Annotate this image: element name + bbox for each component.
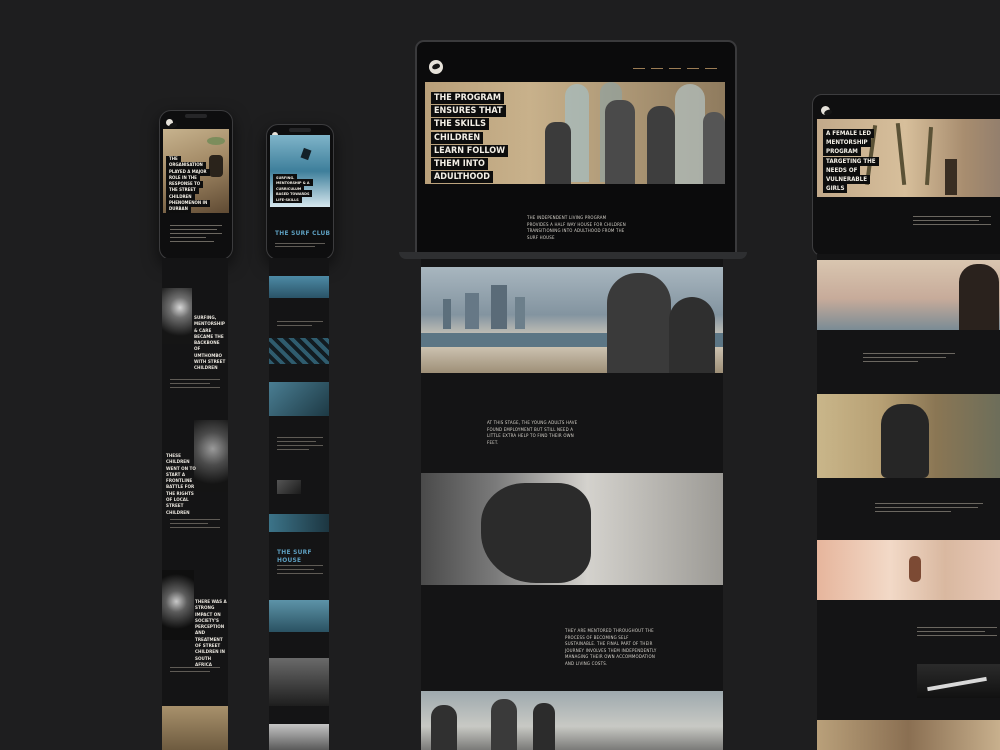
tablet-page-continuation	[817, 254, 1000, 750]
nav-item[interactable]	[633, 68, 645, 69]
phone2-body-c	[277, 562, 323, 577]
pattern-teal-image	[269, 338, 329, 364]
tablet-hero-text: A FEMALE LED MENTORSHIP PROGRAM TARGETIN…	[823, 129, 879, 194]
phone1-section-c: THERE WAS A STRONG IMPACT ON SOCIETY'S P…	[195, 600, 227, 668]
phone1-page-continuation: SURFING, MENTORSHIP & CARE BECAME THE BA…	[162, 258, 228, 750]
phone1-body-b	[170, 516, 220, 531]
surfer-wave-image	[817, 540, 1000, 600]
surfer-silhouette-image	[162, 570, 194, 640]
phone-mockup-1: THE ORGANISATION PLAYED A MAJOR ROLE IN …	[159, 110, 233, 260]
phone2-body	[275, 241, 325, 249]
phone1-hero-text: THE ORGANISATION PLAYED A MAJOR ROLE IN …	[166, 156, 211, 214]
brand-logo-icon[interactable]	[429, 60, 443, 74]
showcase-canvas: THE ORGANISATION PLAYED A MAJOR ROLE IN …	[0, 0, 1000, 750]
crowd-image	[817, 720, 1000, 750]
phone-notch	[289, 128, 311, 132]
grass-sepia-image	[162, 706, 228, 750]
phone2-hero-text: SURFING, MENTORSHIP & A CURRICULUM BASED…	[273, 174, 313, 203]
tablet-body-a	[863, 350, 955, 365]
surfboard-dark-image	[162, 288, 192, 344]
nav-item[interactable]	[651, 68, 663, 69]
tablet-body	[913, 213, 991, 228]
phone2-body-b	[277, 434, 323, 453]
phone1-hero-title: THE ORGANISATION PLAYED A MAJOR ROLE IN …	[166, 156, 211, 214]
brand-logo-icon[interactable]	[821, 106, 830, 115]
teal-strip-image	[269, 514, 329, 532]
nav-item[interactable]	[705, 68, 717, 69]
phone-mockup-2: SURFING, MENTORSHIP & A CURRICULUM BASED…	[266, 124, 334, 260]
phone1-body-c	[170, 664, 220, 675]
mentored-text: THEY ARE MENTORED THROUGHOUT THE PROCESS…	[565, 629, 657, 667]
phone-notch	[185, 114, 207, 118]
tablet-body-c	[917, 624, 997, 639]
tablet-body-b	[875, 500, 983, 515]
surf-club-heading: THE SURF CLUB	[275, 229, 331, 237]
stage-text: AT THIS STAGE, THE YOUNG ADULTS HAVE FOU…	[487, 421, 578, 446]
nav-item[interactable]	[687, 68, 699, 69]
laptop-page-continuation: AT THIS STAGE, THE YOUNG ADULTS HAVE FOU…	[421, 259, 723, 750]
face-closeup-image	[421, 473, 723, 585]
child-portrait-image	[194, 420, 228, 492]
surf-sketch-image	[917, 664, 1000, 698]
girl-wetsuit-image	[817, 394, 1000, 478]
laptop-hero-title: THE PROGRAM ENSURES THAT THE SKILLS CHIL…	[431, 92, 511, 184]
laptop-base	[399, 252, 747, 259]
shore-girl-image	[817, 260, 1000, 330]
nav-item[interactable]	[669, 68, 681, 69]
tablet-hero-title: A FEMALE LED MENTORSHIP PROGRAM TARGETIN…	[823, 129, 879, 194]
beach-teal-image	[269, 276, 329, 298]
kids-mini-image	[277, 480, 301, 494]
helmet-image	[269, 724, 329, 750]
nav-menu[interactable]	[633, 68, 717, 69]
phone1-section-a: SURFING, MENTORSHIP & CARE BECAME THE BA…	[194, 316, 226, 372]
laptop-intro-text: THE INDEPENDENT LIVING PROGRAM PROVIDES …	[527, 216, 626, 241]
brand-logo-icon[interactable]	[166, 119, 173, 126]
group-photo-image	[269, 658, 329, 706]
phone1-section-b: THESE CHILDREN WENT ON TO START A FRONTL…	[166, 454, 196, 516]
phone2-page-continuation: THE SURF HOUSE	[269, 258, 329, 750]
classroom-teal-image	[269, 382, 329, 416]
phone2-hero-title: SURFING, MENTORSHIP & A CURRICULUM BASED…	[273, 174, 313, 203]
tablet-mockup: A FEMALE LED MENTORSHIP PROGRAM TARGETIN…	[812, 94, 1000, 256]
laptop-mockup: THE PROGRAM ENSURES THAT THE SKILLS CHIL…	[415, 40, 737, 258]
phone1-body-a	[170, 376, 220, 391]
city-skyline-image	[421, 267, 723, 373]
phone1-body-text	[170, 223, 222, 245]
group-boards-image	[421, 691, 723, 750]
laptop-hero-text: THE PROGRAM ENSURES THAT THE SKILLS CHIL…	[431, 92, 509, 184]
phone2-body-a	[277, 318, 323, 329]
house-teal-image	[269, 600, 329, 632]
